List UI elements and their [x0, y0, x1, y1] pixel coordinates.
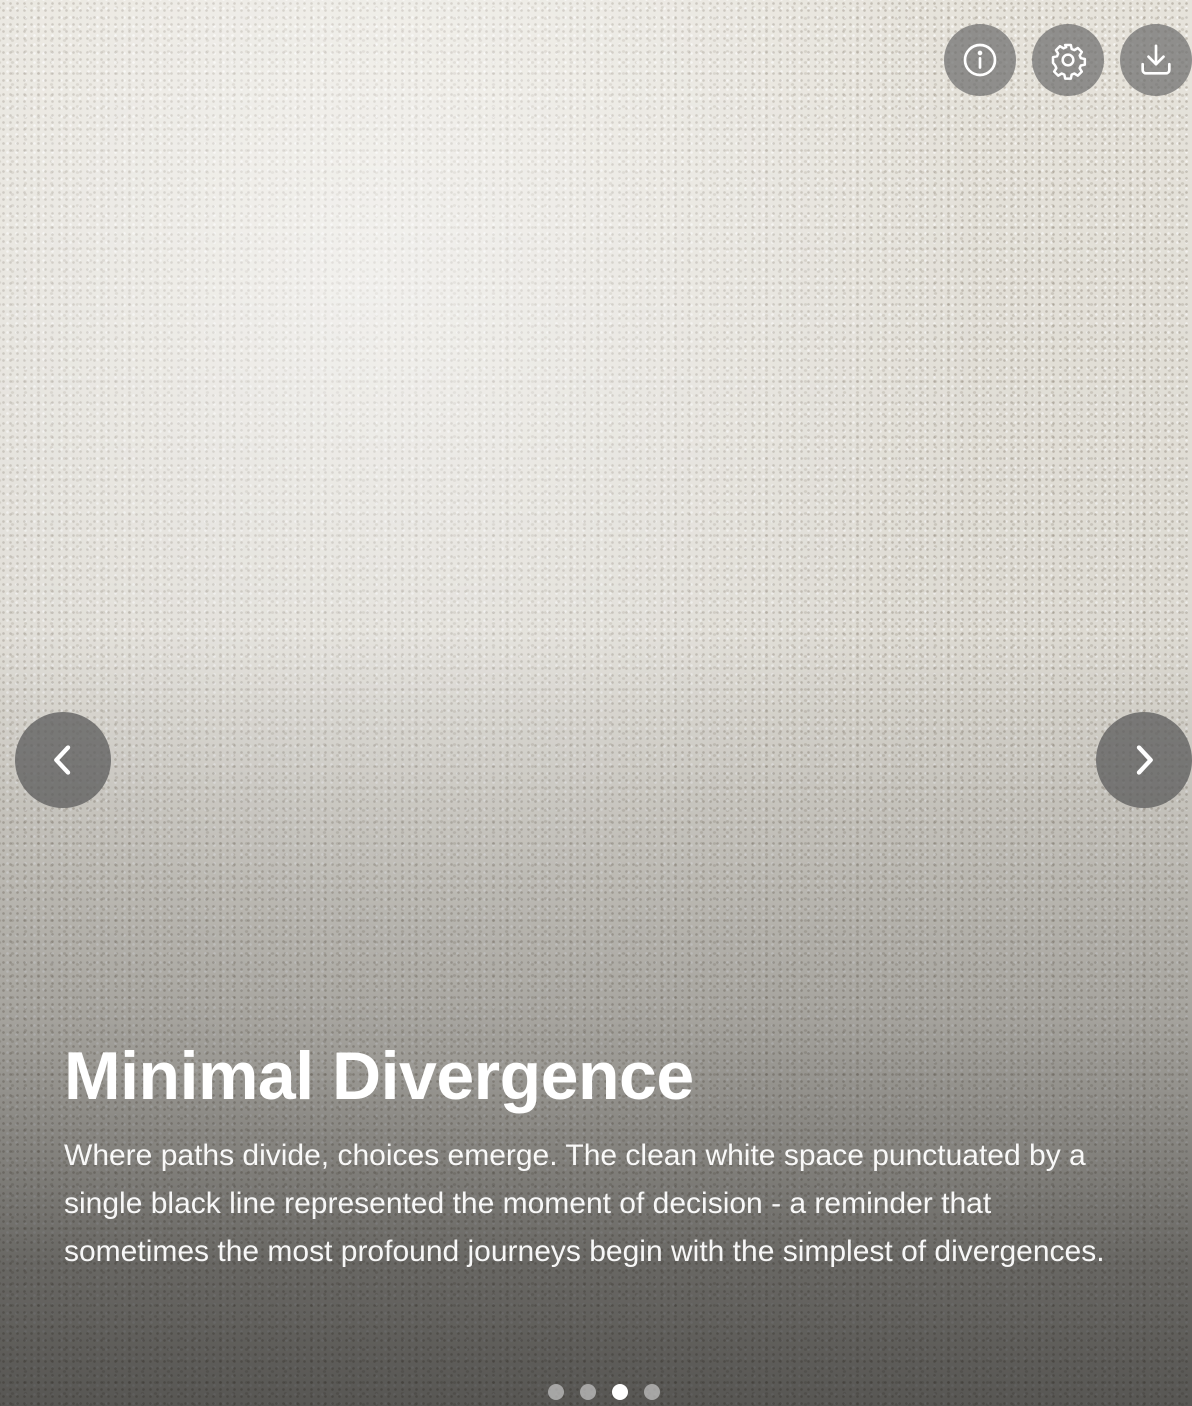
slideshow-stage: Minimal Divergence Where paths divide, c…	[0, 0, 1192, 1406]
pagination-dot[interactable]	[548, 1384, 564, 1400]
next-slide-button[interactable]	[1096, 712, 1192, 808]
previous-slide-button[interactable]	[15, 712, 111, 808]
pagination-dots	[548, 1384, 660, 1400]
top-toolbar	[944, 24, 1192, 96]
slide-title: Minimal Divergence	[64, 1038, 694, 1114]
slide-description: Where paths divide, choices emerge. The …	[64, 1139, 1105, 1268]
pagination-dot-active[interactable]	[612, 1384, 628, 1400]
chevron-left-icon	[54, 745, 71, 775]
download-icon	[1141, 44, 1171, 75]
info-icon	[963, 43, 997, 77]
download-button[interactable]	[1120, 24, 1192, 96]
chevron-right-icon	[1136, 745, 1153, 775]
settings-button[interactable]	[1032, 24, 1104, 96]
info-button[interactable]	[944, 24, 1016, 96]
pagination-dot[interactable]	[644, 1384, 660, 1400]
slide-caption: Minimal Divergence Where paths divide, c…	[64, 1036, 1124, 1276]
pagination-dot[interactable]	[580, 1384, 596, 1400]
gear-icon	[1051, 43, 1087, 80]
